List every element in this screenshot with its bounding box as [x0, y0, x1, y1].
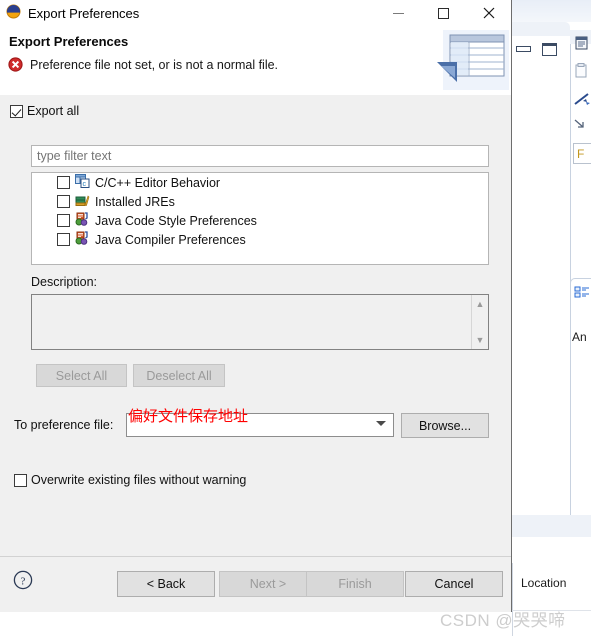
export-table-icon [431, 26, 511, 94]
banner-heading: Export Preferences [9, 34, 129, 49]
export-all-checkbox[interactable] [10, 104, 23, 118]
description-scrollbar[interactable]: ▲ ▼ [471, 295, 488, 349]
workbench-outline-view [570, 278, 591, 516]
workbench-top-gradient [505, 0, 591, 22]
tree-item-java-code-style-preferences[interactable]: Java Code Style Preferences [32, 211, 488, 230]
filter-input[interactable] [31, 145, 489, 167]
minimize-icon [393, 12, 404, 14]
banner-message: Preference file not set, or is not a nor… [30, 58, 279, 72]
tree-item-label: Java Compiler Preferences [95, 232, 246, 247]
tree-item-installed-jres[interactable]: Installed JREs [32, 192, 488, 211]
dialog-title-bar: Export Preferences [0, 0, 511, 26]
preferences-tree[interactable]: c C/C++ Editor Behavior Installed JREs J… [31, 172, 489, 265]
dialog-body: Export all c C/C++ Editor Behavior [0, 95, 511, 556]
java-prefs-icon [75, 212, 90, 229]
tree-item-checkbox[interactable] [57, 233, 70, 246]
cancel-button[interactable]: Cancel [405, 571, 503, 597]
overwrite-label: Overwrite existing files without warning [31, 473, 247, 487]
restore-icon[interactable] [516, 46, 531, 52]
chevron-down-icon[interactable] [376, 421, 386, 426]
minimize-button[interactable] [376, 0, 421, 26]
java-prefs-icon [75, 231, 90, 248]
clipboard-icon[interactable] [574, 63, 588, 81]
svg-text:?: ? [21, 576, 26, 588]
location-column-header: Location [521, 576, 567, 590]
tree-item-label: C/C++ Editor Behavior [95, 175, 221, 190]
cpp-editor-icon: c [75, 174, 90, 191]
svg-text:c: c [83, 181, 87, 188]
workbench-bottom-strip [505, 515, 591, 537]
annotation-pref-file-path: 偏好文件保存地址 [128, 407, 249, 425]
workbench-bottom-strip-2 [505, 537, 591, 564]
next-button[interactable]: Next > [219, 571, 317, 597]
export-all-label: Export all [27, 104, 80, 118]
error-icon [8, 57, 23, 75]
deselect-all-button[interactable]: Deselect All [133, 364, 225, 387]
help-icon[interactable]: ? [13, 570, 33, 593]
outline-view-label: An [572, 330, 587, 344]
tree-item-java-compiler-preferences[interactable]: Java Compiler Preferences [32, 230, 488, 249]
dialog-banner: Export Preferences Preference file not s… [0, 26, 511, 96]
tree-item-cpp-editor-behavior[interactable]: c C/C++ Editor Behavior [32, 173, 488, 192]
outline-icon[interactable] [574, 285, 590, 303]
right-view-field[interactable]: F [573, 143, 591, 164]
workbench-tab-frame [510, 22, 570, 36]
workbench-tab-body [510, 36, 571, 528]
description-label: Description: [31, 275, 97, 289]
document-icon[interactable] [574, 36, 589, 54]
dialog-button-bar: ? < Back Next > Finish Cancel [0, 556, 511, 612]
pref-file-label: To preference file: [14, 418, 114, 432]
scroll-down-icon[interactable]: ▼ [472, 332, 488, 348]
back-button[interactable]: < Back [117, 571, 215, 597]
maximize-icon[interactable] [542, 42, 557, 56]
dialog-title: Export Preferences [28, 5, 140, 21]
tree-item-label: Java Code Style Preferences [95, 213, 257, 228]
tree-item-checkbox[interactable] [57, 176, 70, 189]
close-button[interactable] [466, 0, 511, 26]
export-preferences-dialog: Export Preferences Export Preferences Pr… [0, 0, 512, 612]
maximize-button[interactable] [421, 0, 466, 26]
description-box[interactable]: ▲ ▼ [31, 294, 489, 350]
scroll-up-icon[interactable]: ▲ [472, 296, 488, 312]
tree-item-label: Installed JREs [95, 194, 175, 209]
jre-icon [75, 193, 90, 210]
eclipse-globe-icon [6, 4, 21, 22]
tree-item-checkbox[interactable] [57, 214, 70, 227]
export-all-checkbox-row[interactable]: Export all [10, 104, 79, 118]
window-controls [376, 0, 511, 26]
wand-icon[interactable] [574, 92, 591, 110]
workbench-view-controls[interactable] [516, 41, 566, 57]
maximize-icon [438, 7, 449, 19]
overwrite-checkbox-row[interactable]: Overwrite existing files without warning [14, 473, 246, 487]
overwrite-checkbox[interactable] [14, 473, 27, 487]
close-icon [483, 7, 494, 19]
browse-button[interactable]: Browse... [401, 413, 489, 438]
finish-button[interactable]: Finish [306, 571, 404, 597]
select-all-button[interactable]: Select All [36, 364, 127, 387]
arrow-icon[interactable] [574, 118, 588, 133]
tree-item-checkbox[interactable] [57, 195, 70, 208]
